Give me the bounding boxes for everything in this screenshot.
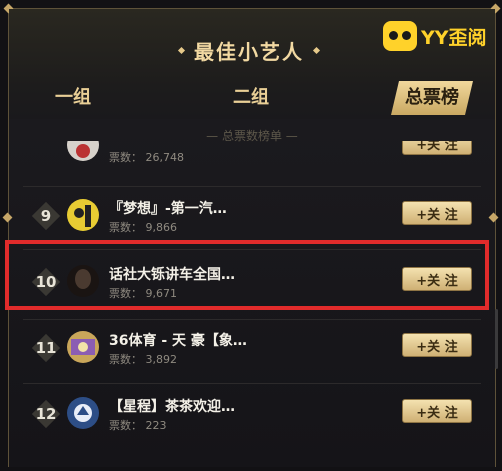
- divider: [23, 249, 481, 250]
- list-item: 11 36体育 - 天 豪【象… 票数： 3,892 +关 注: [9, 321, 495, 377]
- ranking-list[interactable]: 票数： 26,748 +关 注 9 『梦想』-第一汽… 票数： 9,866 +关…: [9, 141, 495, 471]
- yy-mascot-icon: [383, 21, 417, 51]
- list-item: 9 『梦想』-第一汽… 票数： 9,866 +关 注: [9, 189, 495, 245]
- follow-button[interactable]: +关 注: [402, 399, 472, 423]
- artist-name: 36体育 - 天 豪【象…: [109, 333, 247, 349]
- avatar: [67, 199, 99, 231]
- rank-badge: 9: [33, 203, 59, 229]
- list-item: 票数： 26,748 +关 注: [9, 141, 495, 175]
- follow-button[interactable]: +关 注: [402, 201, 472, 225]
- avatar: [67, 265, 99, 297]
- tab-total-votes[interactable]: 总票榜: [391, 81, 473, 115]
- rank-badge: 12: [33, 401, 59, 427]
- logo-text: YY歪阅: [421, 26, 487, 49]
- tab-group-2[interactable]: 二组: [233, 81, 269, 115]
- vote-count: 票数： 3,892: [109, 353, 177, 366]
- avatar: [67, 141, 99, 161]
- follow-button[interactable]: +关 注: [402, 141, 472, 155]
- page-title: 最佳小艺人: [194, 39, 304, 64]
- tab-bar: 一组 二组 总票榜: [9, 81, 495, 115]
- header: 最佳小艺人 YY歪阅 一组 二组 总票榜: [9, 9, 495, 119]
- divider: [23, 383, 481, 384]
- artist-name: 【星程】茶茶欢迎…: [109, 399, 235, 415]
- avatar: [67, 331, 99, 363]
- list-item: 12 【星程】茶茶欢迎… 票数： 223 +关 注: [9, 387, 495, 443]
- diamond-icon: [312, 46, 321, 54]
- divider: [23, 186, 481, 187]
- tab-group-1[interactable]: 一组: [55, 81, 91, 115]
- leaderboard-panel: 最佳小艺人 YY歪阅 一组 二组 总票榜 — 总票数榜单 — 票数： 26,74…: [3, 3, 501, 467]
- follow-button[interactable]: +关 注: [402, 267, 472, 291]
- scrollbar[interactable]: [495, 309, 498, 369]
- title-bar: 最佳小艺人: [149, 35, 349, 65]
- diamond-icon: [177, 46, 186, 54]
- rank-badge: 11: [33, 335, 59, 361]
- vote-count: 票数： 223: [109, 419, 167, 432]
- rank-badge: 10: [33, 269, 59, 295]
- vote-count: 票数： 26,748: [109, 151, 184, 164]
- vote-count: 票数： 9,671: [109, 287, 177, 300]
- artist-name: 『梦想』-第一汽…: [109, 201, 227, 217]
- follow-button[interactable]: +关 注: [402, 333, 472, 357]
- vote-count: 票数： 9,866: [109, 221, 177, 234]
- brand-logo: YY歪阅: [383, 21, 487, 51]
- artist-name: 话社大铄讲车全国…: [109, 267, 235, 283]
- list-item: 10 话社大铄讲车全国… 票数： 9,671 +关 注: [9, 255, 495, 311]
- divider: [23, 319, 481, 320]
- avatar: [67, 397, 99, 429]
